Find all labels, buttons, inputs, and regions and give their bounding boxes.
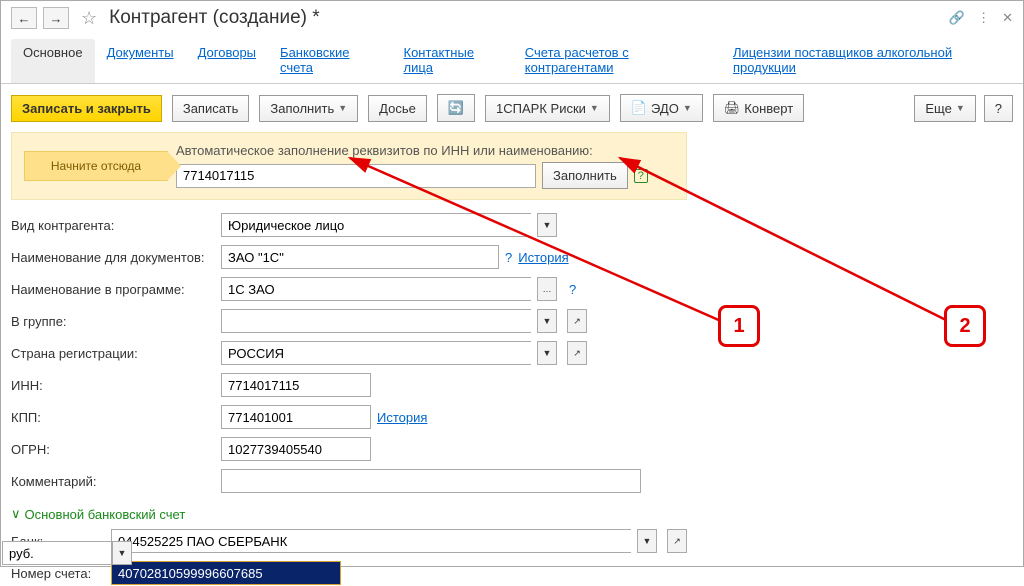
group-open-icon[interactable]: ↗ (567, 309, 587, 333)
prog-name-ellipsis-icon[interactable]: … (537, 277, 557, 301)
comment-input[interactable] (221, 469, 641, 493)
doc-name-input[interactable] (221, 245, 499, 269)
bank-open-icon[interactable]: ↗ (667, 529, 687, 553)
favorite-star-icon[interactable]: ☆ (81, 8, 97, 29)
ogrn-input[interactable] (221, 437, 371, 461)
start-here-arrow: Начните отсюда (24, 151, 168, 181)
account-label: Номер счета: (11, 566, 111, 581)
account-input[interactable] (111, 561, 341, 585)
tab-contracts[interactable]: Договоры (186, 39, 268, 83)
marker-2: 2 (944, 305, 986, 347)
tab-documents[interactable]: Документы (95, 39, 186, 83)
link-icon[interactable]: 🔗 (949, 10, 965, 26)
country-input[interactable] (221, 341, 531, 365)
autofill-hint: Автоматическое заполнение реквизитов по … (176, 143, 674, 158)
autofill-input[interactable] (176, 164, 536, 188)
inn-label: ИНН: (11, 378, 221, 393)
inn-input[interactable] (221, 373, 371, 397)
envelope-button[interactable]: 🖨Конверт (713, 94, 804, 122)
country-label: Страна регистрации: (11, 346, 221, 361)
ogrn-label: ОГРН: (11, 442, 221, 457)
fill-button[interactable]: Заполнить▼ (259, 95, 358, 122)
doc-name-history-link[interactable]: История (518, 250, 568, 265)
autofill-help-icon[interactable]: ? (634, 169, 648, 183)
more-button[interactable]: Еще▼ (914, 95, 975, 122)
type-input[interactable] (221, 213, 531, 237)
forward-button[interactable]: → (43, 7, 69, 29)
help-icon[interactable]: ? (569, 282, 576, 297)
save-button[interactable]: Записать (172, 95, 250, 122)
print-icon: 🖨 (724, 100, 741, 116)
edo-button[interactable]: 📄ЭДО▼ (620, 94, 703, 122)
spark-button[interactable]: 1СПАРК Риски▼ (485, 95, 610, 122)
group-label: В группе: (11, 314, 221, 329)
dossier-button[interactable]: Досье (368, 95, 427, 122)
help-button[interactable]: ? (984, 95, 1013, 122)
kpp-history-link[interactable]: История (377, 410, 427, 425)
group-dropdown-icon[interactable]: ▼ (537, 309, 557, 333)
edo-icon: 📄 (631, 100, 647, 116)
country-open-icon[interactable]: ↗ (567, 341, 587, 365)
chevron-down-icon: ∨ (11, 506, 21, 522)
type-dropdown-icon[interactable]: ▼ (537, 213, 557, 237)
kebab-menu-icon[interactable]: ⋮ (977, 10, 990, 26)
main-form: Вид контрагента: ▼ Наименование для доку… (1, 212, 1023, 586)
currency-dropdown-icon[interactable]: ▼ (112, 541, 132, 565)
autofill-fill-button[interactable]: Заполнить (542, 162, 628, 189)
help-icon[interactable]: ? (505, 250, 512, 265)
type-label: Вид контрагента: (11, 218, 221, 233)
marker-1: 1 (718, 305, 760, 347)
bank-section-toggle[interactable]: ∨ Основной банковский счет (11, 500, 1013, 528)
close-icon[interactable]: ✕ (1002, 10, 1013, 26)
tab-contacts[interactable]: Контактные лица (392, 39, 513, 83)
tab-main[interactable]: Основное (11, 39, 95, 83)
save-close-button[interactable]: Записать и закрыть (11, 95, 162, 122)
comment-label: Комментарий: (11, 474, 221, 489)
tabs-bar: Основное Документы Договоры Банковские с… (1, 35, 1023, 84)
prog-name-input[interactable] (221, 277, 531, 301)
autofill-panel: Начните отсюда Автоматическое заполнение… (11, 132, 687, 200)
group-input[interactable] (221, 309, 531, 333)
refresh-icon-button[interactable]: 🔄 (437, 94, 475, 122)
prog-name-label: Наименование в программе: (11, 282, 221, 297)
bank-input[interactable] (111, 529, 631, 553)
bank-dropdown-icon[interactable]: ▼ (637, 529, 657, 553)
doc-name-label: Наименование для документов: (11, 250, 221, 265)
kpp-label: КПП: (11, 410, 221, 425)
tab-settlements[interactable]: Счета расчетов с контрагентами (513, 39, 721, 83)
kpp-input[interactable] (221, 405, 371, 429)
toolbar: Записать и закрыть Записать Заполнить▼ Д… (1, 84, 1023, 132)
tab-bank-accounts[interactable]: Банковские счета (268, 39, 391, 83)
back-button[interactable]: ← (11, 7, 37, 29)
page-title: Контрагент (создание) * (109, 7, 320, 29)
country-dropdown-icon[interactable]: ▼ (537, 341, 557, 365)
tab-licenses[interactable]: Лицензии поставщиков алкогольной продукц… (721, 39, 1013, 83)
currency-input[interactable] (2, 541, 112, 565)
